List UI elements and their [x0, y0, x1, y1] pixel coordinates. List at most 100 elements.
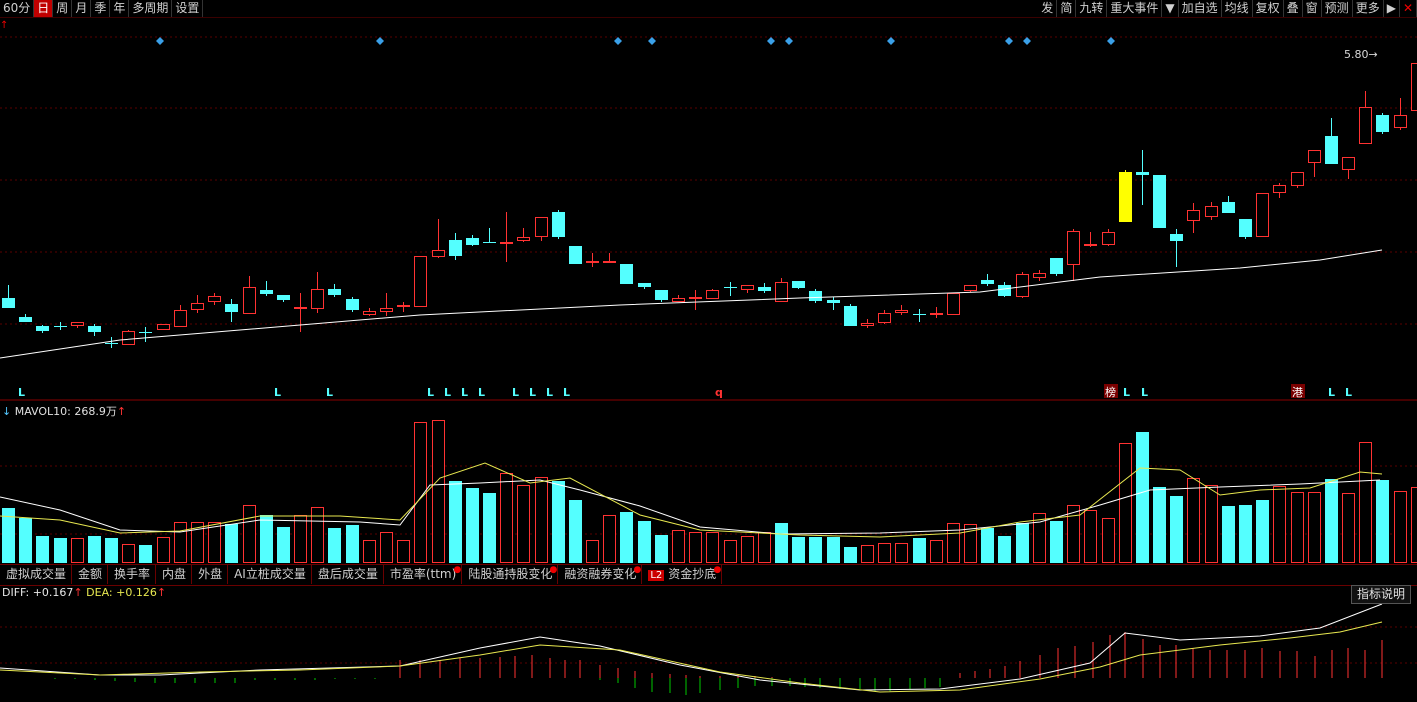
candle-body	[122, 331, 135, 345]
volume-bar	[1256, 500, 1269, 563]
major-events-dropdown-icon[interactable]: ▼	[1162, 0, 1179, 17]
volume-bar	[1136, 432, 1149, 563]
tab-northbound-holdings[interactable]: 陆股通持股变化 ●	[462, 565, 559, 584]
volume-bar	[71, 538, 84, 563]
new-dot-icon: ●	[713, 565, 722, 575]
event-diamond-icon	[614, 37, 622, 45]
tab-after-hours-volume[interactable]: 盘后成交量	[312, 565, 384, 584]
nine-turn-button[interactable]: 九转	[1076, 0, 1108, 17]
volume-bar	[139, 545, 152, 563]
volume-bar	[1376, 480, 1389, 563]
period-selector: 60分 日 周 月 季 年 多周期 设置	[0, 0, 204, 17]
badge-label: 榜	[1105, 385, 1116, 399]
tab-inner-volume[interactable]: 内盘	[156, 565, 193, 584]
add-watchlist-button[interactable]: 加自选	[1179, 0, 1222, 17]
candle-body	[500, 242, 513, 244]
mavol-value: MAVOL10: 268.9万	[14, 405, 117, 418]
volume-bar	[1119, 443, 1132, 563]
signal-letter: L	[546, 386, 553, 399]
signal-letter: L	[1141, 386, 1148, 399]
tab-label: AI立桩成交量	[234, 567, 306, 581]
candle-body	[672, 298, 685, 302]
volume-bar	[861, 545, 874, 563]
tab-margin-change[interactable]: 融资融券变化 ●	[558, 565, 643, 584]
more-button[interactable]: 更多	[1353, 0, 1384, 17]
volume-bar	[689, 532, 702, 563]
period-quarter-button[interactable]: 季	[91, 0, 111, 17]
candle-body	[964, 285, 977, 291]
tab-pe-ttm[interactable]: 市盈率(ttm) ●	[384, 565, 463, 584]
candle-body	[844, 306, 857, 326]
candle-body	[1119, 172, 1132, 222]
tab-ai-volume[interactable]: AI立桩成交量	[228, 565, 312, 584]
candle-body	[139, 332, 152, 333]
volume-bar	[844, 547, 857, 563]
signal-letter: L	[444, 386, 451, 399]
candle-body	[1394, 115, 1407, 128]
adjust-button[interactable]: 复权	[1253, 0, 1284, 17]
signal-letter: L	[478, 386, 485, 399]
macd-indicator-label: DIFF: +0.167↑ DEA: +0.126↑	[2, 586, 166, 599]
volume-bar	[363, 540, 376, 563]
tab-turnover[interactable]: 换手率	[108, 565, 157, 584]
candle-body	[603, 261, 616, 263]
simple-button[interactable]: 简	[1057, 0, 1077, 17]
volume-bar	[260, 515, 273, 563]
period-60min-button[interactable]: 60分	[0, 0, 35, 17]
major-events-button[interactable]: 重大事件	[1107, 0, 1163, 17]
event-diamond-icon	[887, 37, 895, 45]
candle-body	[1239, 219, 1252, 237]
period-month-button[interactable]: 月	[72, 0, 92, 17]
volume-bar	[827, 537, 840, 563]
candle-body	[414, 256, 427, 307]
settings-button[interactable]: 设置	[172, 0, 204, 17]
volume-bar	[638, 521, 651, 563]
indicator-explain-button[interactable]: 指标说明	[1350, 585, 1411, 604]
period-day-button[interactable]: 日	[34, 0, 54, 17]
candle-body	[1273, 185, 1286, 193]
candle-body	[1033, 273, 1046, 278]
tab-outer-volume[interactable]: 外盘	[192, 565, 229, 584]
volume-bar	[36, 536, 49, 563]
tab-label: 内盘	[162, 567, 187, 581]
signal-letter: L	[563, 386, 570, 399]
volume-bar	[1325, 479, 1338, 563]
close-icon[interactable]: ✕	[1400, 0, 1417, 17]
candle-body	[861, 323, 874, 326]
stock-chart[interactable]: 5.80→L L L L L L L L L L Lq L L L L榜港	[0, 18, 1417, 702]
candle-body	[724, 287, 737, 288]
candle-body	[586, 261, 599, 263]
multi-period-button[interactable]: 多周期	[129, 0, 173, 17]
volume-bar	[1394, 491, 1407, 563]
candle-body	[1102, 232, 1115, 245]
candle-body	[517, 237, 530, 241]
event-diamond-icon	[767, 37, 775, 45]
window-button[interactable]: 窗	[1303, 0, 1322, 17]
new-dot-icon: ●	[633, 565, 642, 575]
fa-button[interactable]: 发	[1038, 0, 1058, 17]
tab-amount[interactable]: 金额	[72, 565, 109, 584]
volume-bar	[1222, 506, 1235, 563]
candle-body	[689, 297, 702, 299]
volume-bar	[1050, 521, 1063, 563]
more-arrow-icon[interactable]: ▶	[1384, 0, 1400, 17]
moving-average-button[interactable]: 均线	[1222, 0, 1253, 17]
tab-label: 市盈率(ttm)	[389, 567, 457, 581]
period-week-button[interactable]: 周	[53, 0, 73, 17]
candle-body	[638, 283, 651, 287]
volume-bar	[809, 537, 822, 563]
volume-bar	[913, 538, 926, 563]
forecast-button[interactable]: 预测	[1322, 0, 1353, 17]
candle-body	[878, 313, 891, 323]
tab-virtual-volume[interactable]: 虚拟成交量	[0, 565, 73, 584]
overlay-button[interactable]: 叠	[1284, 0, 1303, 17]
candle-body	[36, 326, 49, 331]
volume-bar	[19, 518, 32, 563]
period-year-button[interactable]: 年	[110, 0, 130, 17]
volume-bar	[552, 481, 565, 563]
tab-capital-bottom[interactable]: L2 资金抄底 ●	[642, 565, 723, 584]
volume-bar	[792, 537, 805, 563]
dea-value: DEA: +0.126	[86, 586, 157, 599]
candle-body	[1291, 172, 1304, 186]
volume-bar	[1308, 492, 1321, 563]
